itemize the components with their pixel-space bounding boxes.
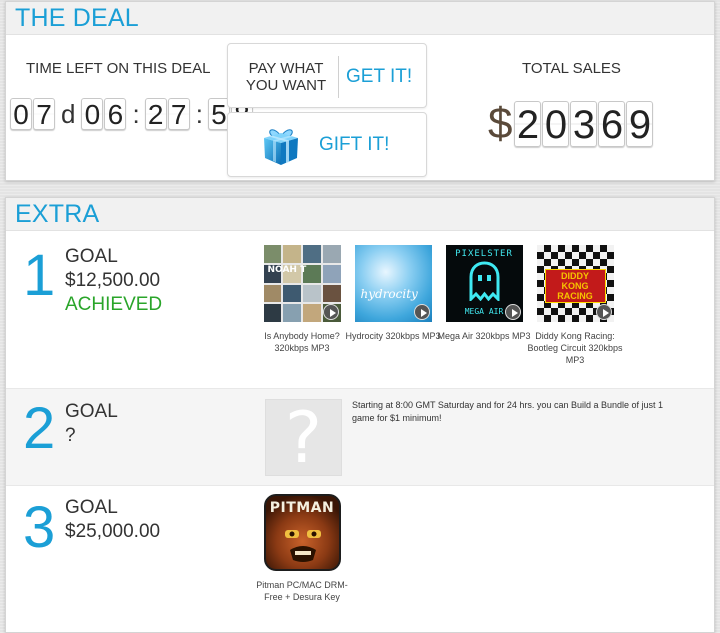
timer-digit: 7 [33,98,55,130]
play-icon[interactable] [413,304,430,320]
album-art-text: NOAH T [267,265,307,275]
sales-currency: $ [488,99,513,148]
album-caption: Diddy Kong Racing: Bootleg Circuit 320kb… [527,331,623,365]
album-item[interactable]: NOAH T Is Anybody Home? 320kbps MP3 [254,245,350,354]
goal-description: Starting at 8:00 GMT Saturday and for 24… [352,400,664,423]
goal-amount: $12,500.00 [65,270,161,291]
goal-number: 2 [23,396,56,461]
timer-separator: : [195,98,203,129]
timer-digit: 0 [81,98,104,130]
gift-box-icon [264,129,298,165]
pay-what-you-want-label: PAY WHAT YOU WANT [245,60,327,94]
countdown-timer: 07 d 06 : 27 : 58 [10,98,254,130]
extra-panel: EXTRA 1 GOAL $12,500.00 ACHIEVED NOAH T … [5,197,715,633]
album-art-text: PIXELSTER [455,249,513,259]
album-cover: hydrocity [354,245,432,322]
goal-label: GOAL [65,246,118,267]
sales-digit: 2 [514,101,542,147]
game-art-text: PITMAN [269,500,335,516]
goal-label: GOAL [65,401,118,422]
total-sales-counter: $ 20369 [488,101,654,147]
sales-digit: 0 [542,101,570,147]
ghost-art [469,261,499,301]
timer-digit: 2 [144,98,167,130]
album-cover: NOAH T [263,245,341,322]
goal-number: 3 [23,495,56,560]
play-icon[interactable] [322,304,339,320]
timer-label: TIME LEFT ON THIS DEAL [26,60,211,77]
timer-day-unit: d [61,98,76,129]
sales-digit: 3 [570,101,598,147]
album-item[interactable]: PIXELSTER MEGA AIR Mega Air 320kbps MP3 [436,245,532,342]
sales-digit: 9 [626,101,654,147]
goal-row-1: 1 GOAL $12,500.00 ACHIEVED NOAH T Is Any… [6,232,714,388]
goal-amount: ? [65,425,76,446]
extra-title: EXTRA [15,200,100,228]
play-icon[interactable] [504,304,521,320]
game-cover: PITMAN [263,494,341,571]
goal-amount: $25,000.00 [65,521,161,542]
deal-panel: THE DEAL TIME LEFT ON THIS DEAL 07 d 06 … [5,1,715,181]
gift-it-label: GIFT IT! [319,134,390,155]
album-item[interactable]: DIDDY KONG RACING Diddy Kong Racing: Boo… [527,245,623,366]
timer-digit: 7 [167,98,190,130]
album-caption: Mega Air 320kbps MP3 [437,331,531,341]
game-item[interactable]: PITMAN Pitman PC/MAC DRM-Free + Desura K… [254,494,350,603]
album-caption: Is Anybody Home? 320kbps MP3 [264,331,340,353]
extra-header: EXTRA [6,198,714,231]
game-caption: Pitman PC/MAC DRM-Free + Desura Key [256,580,348,602]
total-sales-label: TOTAL SALES [522,60,621,77]
goal-status: ACHIEVED [65,294,163,315]
play-icon[interactable] [595,304,612,320]
album-art-text: DIDDY KONG RACING [544,269,606,303]
gift-it-button[interactable]: GIFT IT! [227,112,427,177]
timer-digit: 0 [10,98,32,130]
goal-row-3: 3 GOAL $25,000.00 PITMAN Pitman PC/MAC D… [6,486,714,633]
album-caption: Hydrocity 320kbps MP3 [345,331,441,341]
timer-digit: 6 [104,98,127,130]
album-cover: DIDDY KONG RACING [536,245,614,322]
goal-label: GOAL [65,497,118,518]
deal-header: THE DEAL [6,2,714,35]
timer-separator: : [132,98,140,129]
pay-what-you-want-box: PAY WHAT YOU WANT GET IT! [227,43,427,108]
get-it-button[interactable]: GET IT! [346,66,412,88]
goal-row-2: 2 GOAL ? ? Starting at 8:00 GMT Saturday… [6,388,714,486]
album-item[interactable]: hydrocity Hydrocity 320kbps MP3 [345,245,441,342]
mystery-game-placeholder: ? [265,399,342,477]
divider [338,56,339,98]
pitman-face-art [284,530,321,562]
deal-title: THE DEAL [15,4,139,32]
goal-number: 1 [23,243,56,308]
album-cover: PIXELSTER MEGA AIR [445,245,523,322]
album-art-text: hydrocity [360,287,418,301]
sales-digit: 6 [598,101,626,147]
